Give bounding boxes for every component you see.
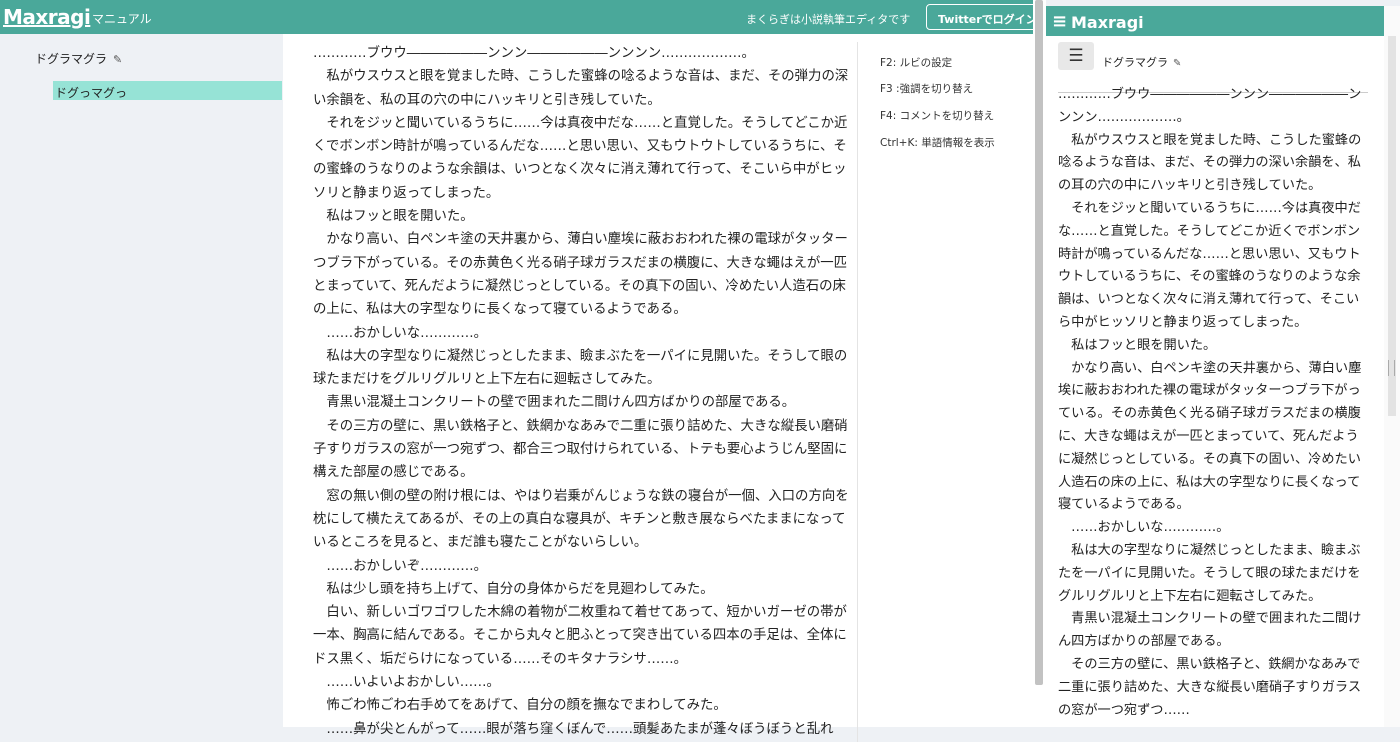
preview-title: ドグラマグラ ✎	[1102, 54, 1181, 70]
preview-paragraph: 私はフッと眼を開いた。	[1058, 337, 1217, 353]
editor-paragraph: ……鼻が尖とんがって……眼が落ち窪くぼんで……頭髪あたまが蓬々ぼうぼうと乱れて……	[326, 721, 834, 737]
preview-paragraph: それをジッと聞いているうちに……今は真夜中だな……と直覚した。そうしてどこか近く…	[1058, 200, 1361, 330]
editor-paragraph: 怖ごわ怖ごわ右手めてをあげて、自分の顔を撫なでまわしてみた。	[313, 698, 727, 714]
preview-paragraph: かなり高い、白ペンキ塗の天井裏から、薄白い塵埃に蔽おおわれた裸の電球がタッターつ…	[1058, 360, 1362, 513]
preview-paragraph: その三方の壁に、黒い鉄格子と、鉄網かなあみで二重に張り詰めた、大きな縦長い磨硝子…	[1058, 656, 1362, 718]
editor-paragraph: かなり高い、白ペンキ塗の天井裏から、薄白い塵埃に蔽おおわれた裸の電球がタッターつ…	[313, 232, 848, 318]
preview-header: ≡ Maxragi	[1046, 6, 1384, 36]
preview-paragraph: …………ブウウ――――――ンンン――――――ンンンン………………。	[1058, 87, 1362, 125]
editor-scrollbar[interactable]	[1033, 0, 1046, 727]
twitter-login-button[interactable]: Twitterでログイン	[926, 4, 1046, 30]
preview-panel: ≡ Maxragi ☰ ドグラマグラ ✎ …………ブウウ――――――ンンン――――…	[1046, 0, 1400, 727]
editor-paragraph: 青黒い混凝土コンクリートの壁で囲まれた二間けん四方ばかりの部屋である。	[313, 395, 796, 411]
preview-paragraph: 青黒い混凝土コンクリートの壁で囲まれた二間けん四方ばかりの部屋である。	[1058, 611, 1362, 650]
shortcut-hint: Ctrl+K: 単語情報を表示	[880, 136, 995, 149]
editor-paragraph: 白い、新しいゴワゴワした木綿の着物が二枚重ねて着せてあって、短かいガーゼの帯が一…	[313, 605, 847, 667]
tagline: まくらぎは小説執筆エディタです	[746, 13, 911, 26]
resize-grip[interactable]	[1388, 360, 1395, 376]
editor-paragraph: それをジッと聞いているうちに……今は真夜中だな……と直覚した。そうしてどこか近く…	[313, 115, 848, 201]
pencil-icon[interactable]: ✎	[1173, 58, 1181, 69]
scrollbar-thumb[interactable]	[1388, 36, 1396, 416]
editor-textarea[interactable]: …………ブウウ――――――ンンン――――――ンンンン………………。 私がウスウス…	[313, 42, 858, 742]
sidebar: ドグラマグラ ✎ ドグっマグっ	[0, 34, 283, 727]
editor-paragraph: …………ブウウ――――――ンンン――――――ンンンン………………。	[313, 46, 755, 61]
preview-brand: Maxragi	[1071, 13, 1144, 32]
logo[interactable]: Maxragi	[3, 5, 91, 29]
editor-paragraph: 私がウスウスと眼を覚ました時、こうした蜜蜂の唸るような音は、まだ、その弾力の深い…	[313, 69, 849, 108]
preview-paragraph: 私がウスウスと眼を覚ました時、こうした蜜蜂の唸るような音は、まだ、その弾力の深い…	[1058, 132, 1362, 194]
editor-area: …………ブウウ――――――ンンン――――――ンンンン………………。 私がウスウス…	[283, 34, 1033, 742]
editor-paragraph: 私は少し頭を持ち上げて、自分の身体からだを見廻わしてみた。	[313, 581, 714, 597]
menu-button[interactable]: ☰	[1058, 42, 1094, 70]
preview-paragraph: 私は大の字型なりに凝然じっとしたまま、瞼まぶたを一パイに見開いた。そうして眼の球…	[1058, 542, 1361, 604]
editor-paragraph: 私はフッと眼を開いた。	[313, 209, 474, 225]
shortcut-hints: F2: ルビの設定 F3 :強調を切り替え F4: コメントを切り替え Ctrl+K:…	[880, 44, 995, 162]
shortcut-hint: F3 :強調を切り替え	[880, 83, 974, 96]
editor-paragraph: 私は大の字型なりに凝然じっとしたまま、瞼まぶたを一パイに見開いた。そうして眼の球…	[313, 348, 848, 388]
editor-paragraph: ……おかしいぞ…………。	[313, 558, 488, 574]
editor-paragraph: ……いよいよおかしい……。	[313, 675, 500, 691]
pencil-icon[interactable]: ✎	[113, 53, 122, 66]
shortcut-hint: F2: ルビの設定	[880, 56, 953, 69]
scrollbar-thumb[interactable]	[1035, 0, 1043, 685]
hamburger-icon[interactable]: ≡	[1052, 11, 1067, 32]
editor-paragraph: 窓の無い側の壁の附け根には、やはり岩乗がんじょうな鉄の寝台が一個、入口の方向を枕…	[313, 488, 849, 551]
project-title: ドグラマグラ ✎	[35, 50, 122, 67]
preview-body: ☰ ドグラマグラ ✎ …………ブウウ――――――ンンン――――――ンンンン……………	[1046, 36, 1384, 727]
manual-link[interactable]: マニュアル	[92, 10, 152, 27]
editor-paragraph: ……おかしいな…………。	[313, 325, 488, 341]
project-title-text: ドグラマグラ	[35, 52, 108, 66]
preview-text: …………ブウウ――――――ンンン――――――ンンンン………………。 私がウスウス…	[1058, 84, 1370, 734]
preview-paragraph: ……おかしいな…………。	[1058, 520, 1230, 536]
preview-title-text: ドグラマグラ	[1102, 56, 1168, 69]
shortcut-hint: F4: コメントを切り替え	[880, 110, 995, 123]
sidebar-item-chapter[interactable]: ドグっマグっ	[53, 81, 282, 100]
editor-paragraph: その三方の壁に、黒い鉄格子と、鉄網かなあみで二重に張り詰めた、大きな縦長い磨硝子…	[313, 418, 848, 481]
top-bar: Maxragi マニュアル まくらぎは小説執筆エディタです Twitterでログ…	[0, 0, 1046, 34]
